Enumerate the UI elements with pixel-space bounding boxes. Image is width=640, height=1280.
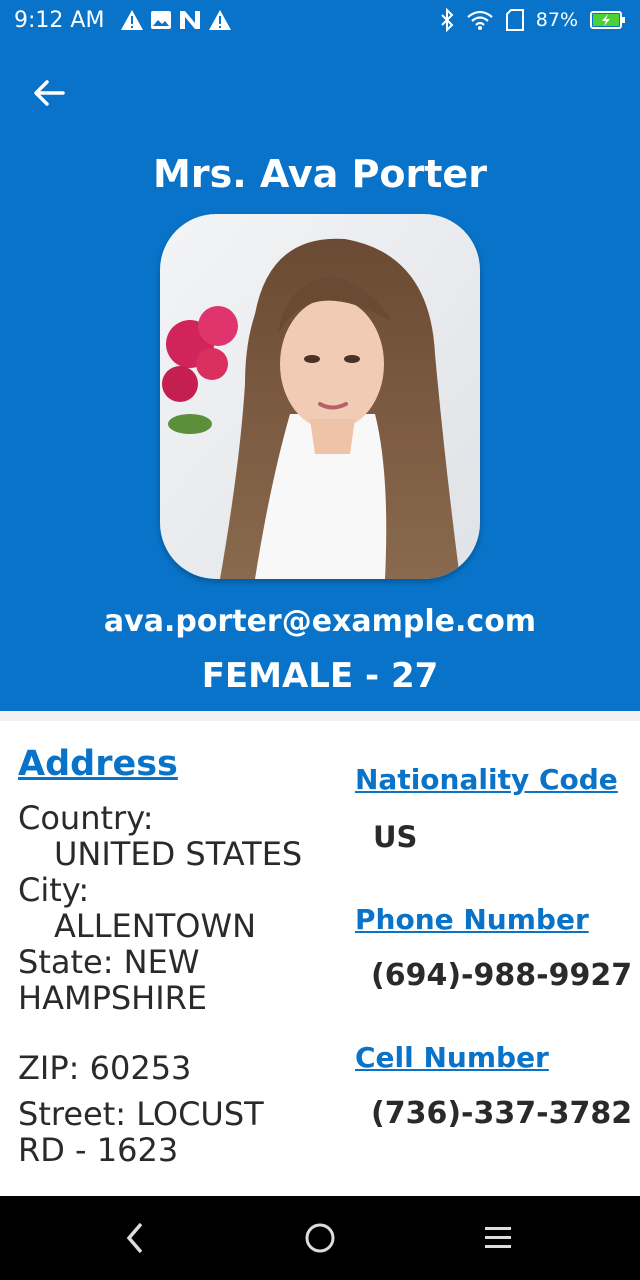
nationality-heading: Nationality Code bbox=[355, 763, 618, 796]
profile-photo bbox=[160, 214, 480, 579]
bluetooth-icon bbox=[441, 8, 454, 32]
warning-icon bbox=[121, 10, 143, 30]
country-value: UNITED STATES bbox=[54, 835, 303, 873]
profile-email: ava.porter@example.com bbox=[103, 604, 537, 639]
nav-menu-button[interactable] bbox=[476, 1216, 520, 1260]
address-heading: Address bbox=[18, 744, 178, 784]
status-right: 87% bbox=[440, 8, 626, 32]
battery-charging-icon bbox=[590, 11, 625, 29]
state-line-1: State: NEW bbox=[18, 943, 200, 981]
nav-home-button[interactable] bbox=[298, 1216, 342, 1260]
back-button[interactable] bbox=[28, 72, 70, 114]
home-circle-icon bbox=[305, 1223, 335, 1253]
image-icon bbox=[151, 11, 171, 29]
zip-code: ZIP: 60253 bbox=[18, 1049, 192, 1087]
country-label: Country: bbox=[18, 799, 154, 837]
status-bar: 9:12 AM 87% bbox=[0, 0, 640, 44]
sim-card-icon bbox=[505, 9, 524, 31]
n-app-icon bbox=[180, 11, 200, 29]
street-line-1: Street: LOCUST bbox=[18, 1095, 264, 1133]
wifi-icon bbox=[467, 10, 493, 30]
profile-header: Mrs. Ava Porter ava.porter@example.com F… bbox=[0, 44, 640, 711]
profile-photo-image bbox=[160, 214, 480, 579]
cell-value[interactable]: (736)-337-3782 bbox=[371, 1096, 632, 1131]
divider bbox=[0, 711, 640, 721]
warning-icon bbox=[209, 10, 231, 30]
phone-value[interactable]: (694)-988-9927 bbox=[371, 958, 632, 993]
menu-icon bbox=[485, 1227, 511, 1248]
city-value: ALLENTOWN bbox=[54, 907, 257, 945]
nav-back-button[interactable] bbox=[113, 1216, 157, 1260]
back-arrow-icon bbox=[34, 80, 65, 106]
street-line-2: RD - 1623 bbox=[18, 1131, 179, 1169]
cell-heading: Cell Number bbox=[355, 1041, 549, 1074]
notification-icons bbox=[120, 9, 232, 31]
navigation-bar bbox=[0, 1196, 640, 1280]
profile-name: Mrs. Ava Porter bbox=[153, 152, 487, 196]
state-line-2: HAMPSHIRE bbox=[18, 979, 208, 1017]
city-label: City: bbox=[18, 871, 90, 909]
phone-heading: Phone Number bbox=[355, 903, 589, 936]
battery-percentage: 87% bbox=[535, 9, 578, 31]
gender-age: FEMALE - 27 bbox=[201, 656, 439, 696]
chevron-left-icon bbox=[126, 1222, 143, 1254]
status-time: 9:12 AM bbox=[14, 8, 105, 33]
nationality-value: US bbox=[373, 820, 418, 854]
